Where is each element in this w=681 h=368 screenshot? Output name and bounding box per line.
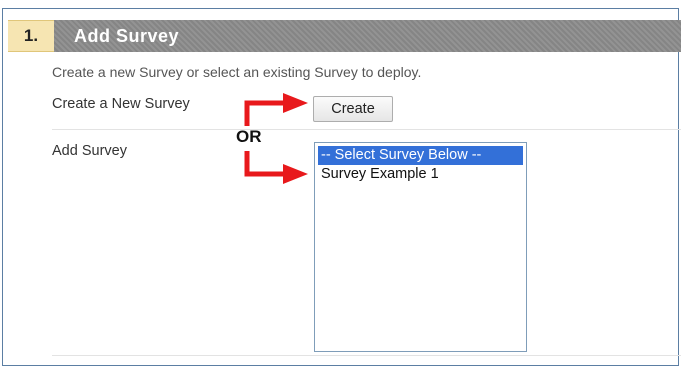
- arrow-to-list-icon: [244, 151, 308, 184]
- red-arrows: [244, 93, 308, 184]
- arrow-to-create-icon: [244, 93, 308, 126]
